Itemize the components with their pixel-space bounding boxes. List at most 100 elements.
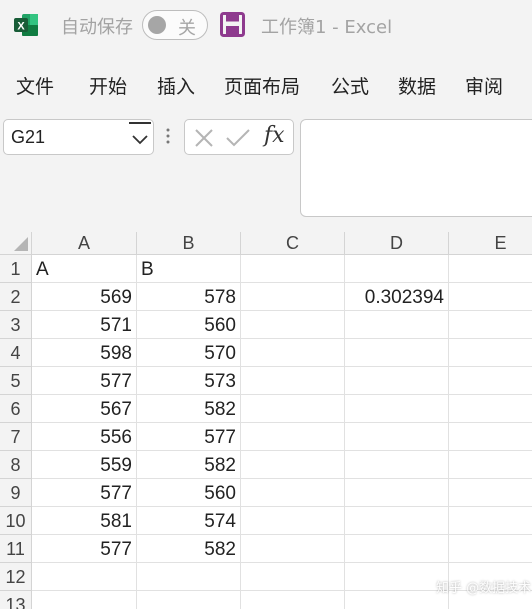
cell-c3[interactable] bbox=[241, 311, 345, 339]
check-icon[interactable] bbox=[225, 127, 251, 149]
cell-c6[interactable] bbox=[241, 395, 345, 423]
save-icon[interactable] bbox=[220, 12, 245, 37]
cell-c13[interactable] bbox=[241, 591, 345, 609]
column-header-d[interactable]: D bbox=[345, 232, 449, 255]
cell-c4[interactable] bbox=[241, 339, 345, 367]
cell-a5[interactable]: 577 bbox=[32, 367, 137, 395]
cell-b5[interactable]: 573 bbox=[137, 367, 241, 395]
cell-b11[interactable]: 582 bbox=[137, 535, 241, 563]
cell-d9[interactable] bbox=[345, 479, 449, 507]
cell-e7[interactable] bbox=[449, 423, 532, 451]
cell-a3[interactable]: 571 bbox=[32, 311, 137, 339]
cell-e6[interactable] bbox=[449, 395, 532, 423]
column-header-a[interactable]: A bbox=[32, 232, 137, 255]
tab-page-layout[interactable]: 页面布局 bbox=[224, 72, 300, 99]
cell-c8[interactable] bbox=[241, 451, 345, 479]
cell-e10[interactable] bbox=[449, 507, 532, 535]
tab-review[interactable]: 审阅 bbox=[465, 72, 503, 99]
more-vertical-icon[interactable] bbox=[166, 126, 170, 146]
cell-d1[interactable] bbox=[345, 255, 449, 283]
cell-b4[interactable]: 570 bbox=[137, 339, 241, 367]
autosave-toggle[interactable]: 关 bbox=[142, 10, 208, 40]
tab-formulas[interactable]: 公式 bbox=[331, 72, 369, 99]
cell-e1[interactable] bbox=[449, 255, 532, 283]
row-header-11[interactable]: 11 bbox=[0, 535, 32, 563]
cell-b9[interactable]: 560 bbox=[137, 479, 241, 507]
row-header-6[interactable]: 6 bbox=[0, 395, 32, 423]
tab-home[interactable]: 开始 bbox=[89, 72, 127, 99]
tab-data[interactable]: 数据 bbox=[398, 72, 436, 99]
cell-b8[interactable]: 582 bbox=[137, 451, 241, 479]
cell-d12[interactable] bbox=[345, 563, 449, 591]
cell-a11[interactable]: 577 bbox=[32, 535, 137, 563]
cell-c9[interactable] bbox=[241, 479, 345, 507]
select-all-button[interactable] bbox=[0, 232, 32, 255]
cell-c5[interactable] bbox=[241, 367, 345, 395]
cell-e9[interactable] bbox=[449, 479, 532, 507]
column-header-c[interactable]: C bbox=[241, 232, 345, 255]
row-header-7[interactable]: 7 bbox=[0, 423, 32, 451]
cell-e8[interactable] bbox=[449, 451, 532, 479]
row-header-2[interactable]: 2 bbox=[0, 283, 32, 311]
cell-a4[interactable]: 598 bbox=[32, 339, 137, 367]
cell-c10[interactable] bbox=[241, 507, 345, 535]
cell-b6[interactable]: 582 bbox=[137, 395, 241, 423]
cell-a12[interactable] bbox=[32, 563, 137, 591]
cell-e11[interactable] bbox=[449, 535, 532, 563]
cell-a1[interactable]: A bbox=[32, 255, 137, 283]
cancel-icon[interactable] bbox=[193, 127, 215, 149]
cell-a2[interactable]: 569 bbox=[32, 283, 137, 311]
cell-a6[interactable]: 567 bbox=[32, 395, 137, 423]
cell-a8[interactable]: 559 bbox=[32, 451, 137, 479]
cell-c2[interactable] bbox=[241, 283, 345, 311]
row-header-5[interactable]: 5 bbox=[0, 367, 32, 395]
cell-e3[interactable] bbox=[449, 311, 532, 339]
cell-c1[interactable] bbox=[241, 255, 345, 283]
insert-function-button[interactable]: fx bbox=[264, 123, 285, 148]
cell-d5[interactable] bbox=[345, 367, 449, 395]
tab-insert[interactable]: 插入 bbox=[157, 72, 195, 99]
cell-d3[interactable] bbox=[345, 311, 449, 339]
chevron-down-icon bbox=[132, 135, 148, 145]
excel-logo-icon[interactable]: X bbox=[13, 12, 39, 38]
cell-d4[interactable] bbox=[345, 339, 449, 367]
cell-b12[interactable] bbox=[137, 563, 241, 591]
row-header-10[interactable]: 10 bbox=[0, 507, 32, 535]
cell-b2[interactable]: 578 bbox=[137, 283, 241, 311]
cell-c11[interactable] bbox=[241, 535, 345, 563]
cell-d7[interactable] bbox=[345, 423, 449, 451]
cell-b3[interactable]: 560 bbox=[137, 311, 241, 339]
cell-a10[interactable]: 581 bbox=[32, 507, 137, 535]
tab-file[interactable]: 文件 bbox=[16, 72, 54, 99]
cell-d11[interactable] bbox=[345, 535, 449, 563]
row-header-12[interactable]: 12 bbox=[0, 563, 32, 591]
cell-e5[interactable] bbox=[449, 367, 532, 395]
cell-b1[interactable]: B bbox=[137, 255, 241, 283]
cell-d2[interactable]: 0.302394 bbox=[345, 283, 449, 311]
row-header-13[interactable]: 13 bbox=[0, 591, 32, 609]
name-box[interactable]: G21 bbox=[3, 119, 154, 155]
cell-b10[interactable]: 574 bbox=[137, 507, 241, 535]
row-header-4[interactable]: 4 bbox=[0, 339, 32, 367]
cell-a13[interactable] bbox=[32, 591, 137, 609]
column-header-e[interactable]: E bbox=[449, 232, 532, 255]
cell-b7[interactable]: 577 bbox=[137, 423, 241, 451]
cell-a7[interactable]: 556 bbox=[32, 423, 137, 451]
cell-b13[interactable] bbox=[137, 591, 241, 609]
cell-d10[interactable] bbox=[345, 507, 449, 535]
row-header-8[interactable]: 8 bbox=[0, 451, 32, 479]
cell-e4[interactable] bbox=[449, 339, 532, 367]
cell-a9[interactable]: 577 bbox=[32, 479, 137, 507]
cell-c12[interactable] bbox=[241, 563, 345, 591]
name-box-dropdown[interactable] bbox=[129, 122, 151, 152]
cell-d13[interactable] bbox=[345, 591, 449, 609]
row-header-3[interactable]: 3 bbox=[0, 311, 32, 339]
cell-d8[interactable] bbox=[345, 451, 449, 479]
cell-e2[interactable] bbox=[449, 283, 532, 311]
row-header-9[interactable]: 9 bbox=[0, 479, 32, 507]
formula-bar-input[interactable] bbox=[300, 119, 532, 217]
cell-d6[interactable] bbox=[345, 395, 449, 423]
column-header-b[interactable]: B bbox=[137, 232, 241, 255]
row-header-1[interactable]: 1 bbox=[0, 255, 32, 283]
cell-c7[interactable] bbox=[241, 423, 345, 451]
